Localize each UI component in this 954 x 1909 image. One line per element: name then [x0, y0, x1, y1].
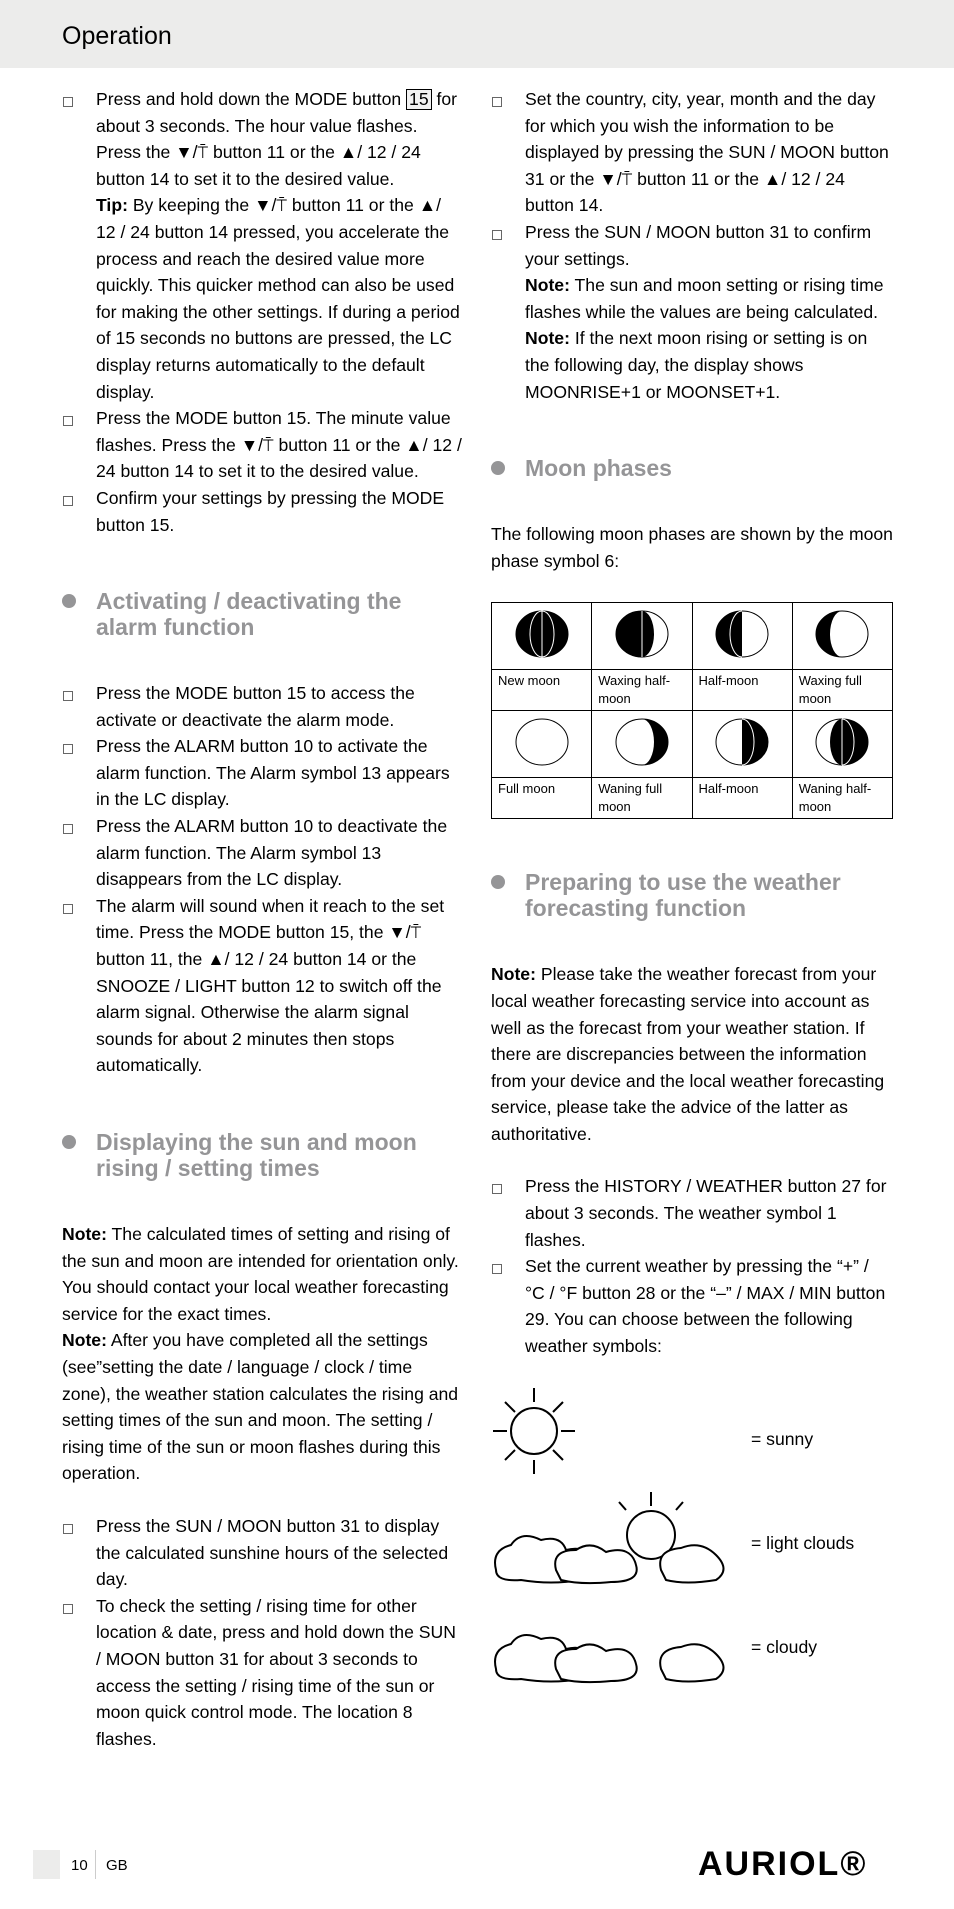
waxing-full-moon-icon: [791, 602, 894, 671]
language-code: GB: [106, 1857, 128, 1874]
list-item: The alarm will sound when it reach to th…: [62, 893, 464, 1079]
section-heading: Preparing to use the weather forecasting…: [491, 869, 893, 921]
list-item: Press the HISTORY / WEATHER button 27 fo…: [491, 1173, 893, 1253]
list-item: Press the SUN / MOON button 31 to displa…: [62, 1513, 464, 1593]
waning-full-moon-icon: [591, 710, 693, 779]
note: Note: The calculated times of setting an…: [62, 1224, 459, 1324]
list-item: Press the MODE button 15. The minute val…: [62, 405, 464, 485]
cloudy-icon: [494, 1633, 725, 1683]
list-item: Press the SUN / MOON button 31 to confir…: [491, 219, 893, 272]
footer-divider: [95, 1850, 96, 1879]
brand-logo: AURIOL®: [698, 1845, 868, 1883]
weather-symbol-light-clouds: = light clouds: [491, 1490, 893, 1594]
right-column: Set the country, city, year, month and t…: [490, 86, 894, 1698]
note: Note: If the next moon rising or setting…: [525, 328, 868, 402]
waxing-half-moon-icon: [591, 602, 693, 671]
note: Note: The sun and moon setting or rising…: [525, 275, 884, 322]
page-title: Operation: [62, 22, 172, 50]
new-moon-icon: [490, 602, 593, 671]
note: Note: Please take the weather forecast f…: [491, 964, 885, 1144]
section-heading: Moon phases: [491, 455, 893, 481]
list-item: Confirm your settings by pressing the MO…: [62, 485, 464, 538]
section-heading: Activating / deactivating the alarm func…: [62, 588, 464, 640]
left-column: Press and hold down the MODE button 15 f…: [62, 86, 464, 1752]
note: Note: After you have completed all the s…: [62, 1330, 459, 1484]
list-item: Set the country, city, year, month and t…: [491, 86, 893, 219]
light-clouds-icon: [494, 1491, 725, 1584]
list-item: Press the MODE button 15 to access the a…: [62, 680, 464, 733]
tip: Tip: By keeping the ▼/⍑ button 11 or the…: [96, 195, 460, 402]
footer-marker: [33, 1850, 60, 1879]
list-item: Press the ALARM button 10 to deactivate …: [62, 813, 464, 893]
waning-half-moon-icon: [791, 710, 894, 779]
sun-icon: [493, 1387, 575, 1474]
full-moon-icon: [490, 710, 593, 779]
list-item: Press the ALARM button 10 to activate th…: [62, 733, 464, 813]
list-item: Set the current weather by pressing the …: [491, 1253, 893, 1359]
half-moon-icon: [691, 602, 793, 671]
moon-phase-table: New moon Waxing half-moon Half-moon Waxing …: [490, 602, 894, 820]
page-header: Operation: [0, 0, 954, 68]
weather-symbol-sunny: = sunny: [491, 1386, 893, 1490]
weather-symbol-cloudy: = cloudy: [491, 1594, 893, 1698]
half-moon-icon: [691, 710, 793, 779]
section-heading: Displaying the sun and moon rising / set…: [62, 1129, 464, 1181]
page-number: 10: [71, 1857, 88, 1874]
moon-intro: The following moon phases are shown by t…: [491, 524, 893, 571]
list-item: To check the setting / rising time for o…: [62, 1593, 464, 1753]
list-item: Press and hold down the MODE button 15 f…: [62, 86, 464, 192]
